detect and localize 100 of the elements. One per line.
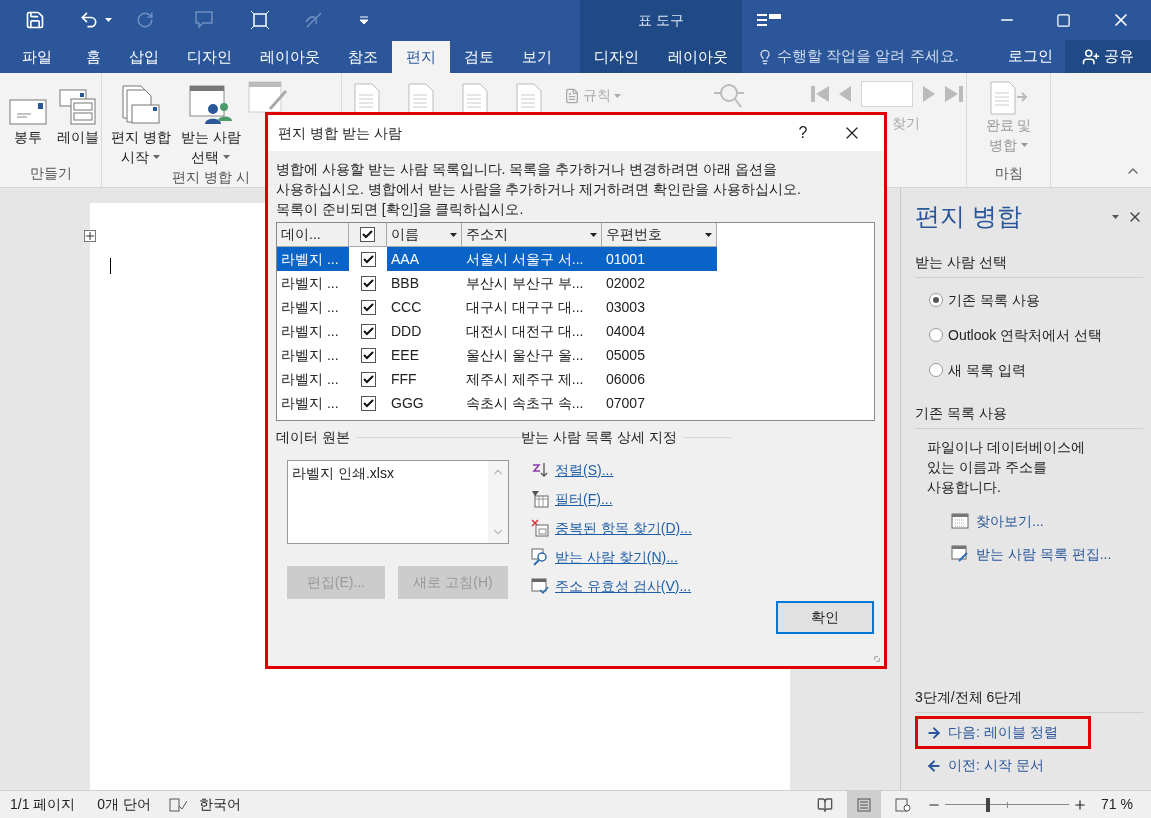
radio-option[interactable]: 기존 목록 사용 (929, 289, 1143, 311)
group-label: 만들기 (29, 164, 72, 183)
ribbon-button[interactable]: 받는 사람 선택 (177, 81, 244, 167)
sort-icon (531, 461, 549, 479)
table-cell-text: 대전시 대전구 대... (465, 321, 585, 341)
list-item[interactable]: 라벨지 인쇄.xlsx (292, 463, 484, 484)
checkbox[interactable] (360, 371, 376, 387)
section-heading: 데이터 원본 (276, 428, 350, 447)
checkbox[interactable] (360, 299, 376, 315)
table-row[interactable]: 라벨지 ... EEE 울산시 울산구 울... 05005 (277, 343, 717, 367)
column-header[interactable]: 주소지 (462, 223, 602, 247)
document-question-icon (564, 87, 580, 104)
ribbon-tab[interactable]: 홈 (72, 41, 115, 73)
dialog-link[interactable]: 받는 사람 찾기(N)... (531, 547, 731, 567)
pane-title: 편지 병합 (915, 201, 1022, 232)
checkbox[interactable] (360, 347, 376, 363)
person-add-icon (1082, 47, 1100, 66)
ribbon-tab[interactable]: 삽입 (115, 41, 173, 73)
checkbox[interactable] (360, 227, 375, 242)
checkbox[interactable] (360, 275, 376, 291)
instructions-text: 사용하십시오. 병합에서 받는 사람을 추가하거나 제거하려면 확인란을 사용하십시오. (276, 180, 802, 199)
ribbon-tab[interactable]: 디자인 (588, 41, 646, 73)
ribbon-tab[interactable]: 디자인 (173, 41, 246, 73)
section-heading: 받는 사람 목록 상세 지정 (521, 428, 677, 447)
frame-icon[interactable] (250, 10, 270, 30)
ribbon-button[interactable]: 봉투 (6, 81, 50, 147)
table-cell-text: 부산시 부산구 부... (465, 273, 585, 293)
customize-icon[interactable] (360, 16, 368, 24)
column-header[interactable]: 우편번호 (602, 223, 717, 247)
radio-button[interactable] (929, 293, 943, 307)
data-source-list[interactable]: 라벨지 인쇄.xlsx (287, 460, 509, 544)
ribbon-tab[interactable]: 편지 (392, 41, 450, 73)
ok-button[interactable]: 확인 (776, 601, 874, 634)
column-header[interactable]: 이름 (387, 223, 462, 247)
save-icon[interactable] (25, 10, 45, 30)
dialog-link[interactable]: 주소 유효성 검사(V)... (531, 576, 731, 596)
table-cell-text: GGG (390, 393, 425, 413)
help-button[interactable]: ? (788, 121, 818, 145)
radio-button[interactable] (929, 363, 943, 377)
last-record-icon (945, 86, 963, 102)
table-cell-text: 라벨지 ... (280, 369, 340, 389)
column-header[interactable]: 데이... (277, 223, 349, 247)
table-cell-text: 라벨지 ... (280, 249, 340, 269)
sign-in-link[interactable]: 로그인 (1008, 45, 1053, 68)
table-row[interactable]: 라벨지 ... BBB 부산시 부산구 부... 02002 (277, 271, 717, 295)
caret-icon (614, 93, 621, 98)
ribbon-button[interactable]: 편지 병합 시작 (108, 81, 174, 167)
table-row[interactable]: 라벨지 ... CCC 대구시 대구구 대... 03003 (277, 295, 717, 319)
checkbox[interactable] (360, 323, 376, 339)
checkbox[interactable] (360, 251, 376, 267)
pane-link[interactable]: 찾아보기... (951, 510, 1143, 532)
radio-button[interactable] (929, 328, 943, 342)
zoom-slider-thumb[interactable] (986, 797, 991, 812)
proofing-icon[interactable] (169, 797, 188, 812)
dialog-link[interactable]: 정렬(S)... (531, 460, 731, 480)
group-label: 편지 병합 시 (172, 168, 250, 187)
table-edit-icon (951, 545, 969, 563)
zoom-slider[interactable] (945, 797, 1070, 812)
table-row[interactable]: 라벨지 ... GGG 속초시 속초구 속... 07007 (277, 391, 717, 415)
read-mode-icon[interactable] (817, 796, 834, 813)
table-row[interactable]: 라벨지 ... FFF 제주시 제주구 제... 06006 (277, 367, 717, 391)
search-icon (531, 548, 549, 566)
dialog-link[interactable]: 필터(F)... (531, 489, 731, 509)
radio-option[interactable]: Outlook 연락처에서 선택 (929, 324, 1143, 346)
duplicates-icon (531, 519, 549, 537)
maximize-icon[interactable] (1056, 12, 1071, 28)
print-layout-icon[interactable] (847, 791, 882, 818)
lightbulb-icon (757, 48, 773, 65)
column-header[interactable] (349, 223, 387, 247)
undo-icon[interactable] (79, 10, 99, 30)
table-cell-text: 제주시 제주구 제... (465, 369, 585, 389)
ribbon-tab[interactable]: 레이아웃 (661, 41, 734, 73)
checkbox[interactable] (360, 395, 376, 411)
documents-icon (121, 85, 160, 125)
table-cell-text: 06006 (605, 369, 646, 389)
record-field[interactable] (861, 81, 913, 107)
dialog-link[interactable]: 중복된 항목 찾기(D)... (531, 518, 731, 538)
table-row[interactable]: 라벨지 ... AAA 서울시 서울구 서... 01001 (277, 247, 717, 271)
table-row[interactable]: 라벨지 ... DDD 대전시 대전구 대... 04004 (277, 319, 717, 343)
ribbon-button[interactable]: 레이블 (54, 81, 102, 147)
caret-icon (105, 18, 112, 22)
zoom-level[interactable]: 71 % (1101, 794, 1133, 815)
table-move-handle-icon[interactable] (84, 230, 96, 242)
ribbon-options-icon[interactable] (757, 13, 783, 27)
zoom-in-icon[interactable] (1073, 797, 1088, 812)
pane-link[interactable]: 받는 사람 목록 편집... (951, 543, 1143, 565)
ribbon-tab[interactable]: 보기 (508, 41, 566, 73)
share-button[interactable]: 공유 (1065, 40, 1151, 73)
table-cell-text: 속초시 속초구 속... (465, 393, 585, 413)
ribbon-tab[interactable]: 검토 (450, 41, 508, 73)
ribbon-tab[interactable]: 레이아웃 (246, 41, 334, 73)
step-link[interactable]: 다음: 레이블 정렬 (915, 716, 1091, 749)
ribbon-tab[interactable]: 파일 (8, 41, 66, 73)
description-text: 있는 이름과 주소를 (927, 457, 1048, 477)
radio-option[interactable]: 새 목록 입력 (929, 359, 1143, 381)
step-link[interactable]: 이전: 시작 문서 (915, 749, 1091, 782)
ribbon-tab[interactable]: 참조 (334, 41, 392, 73)
context-title: 표 도구 (638, 10, 684, 30)
tell-me-field[interactable]: 수행할 작업을 알려 주세요. (757, 45, 959, 68)
web-layout-icon[interactable] (895, 797, 912, 812)
